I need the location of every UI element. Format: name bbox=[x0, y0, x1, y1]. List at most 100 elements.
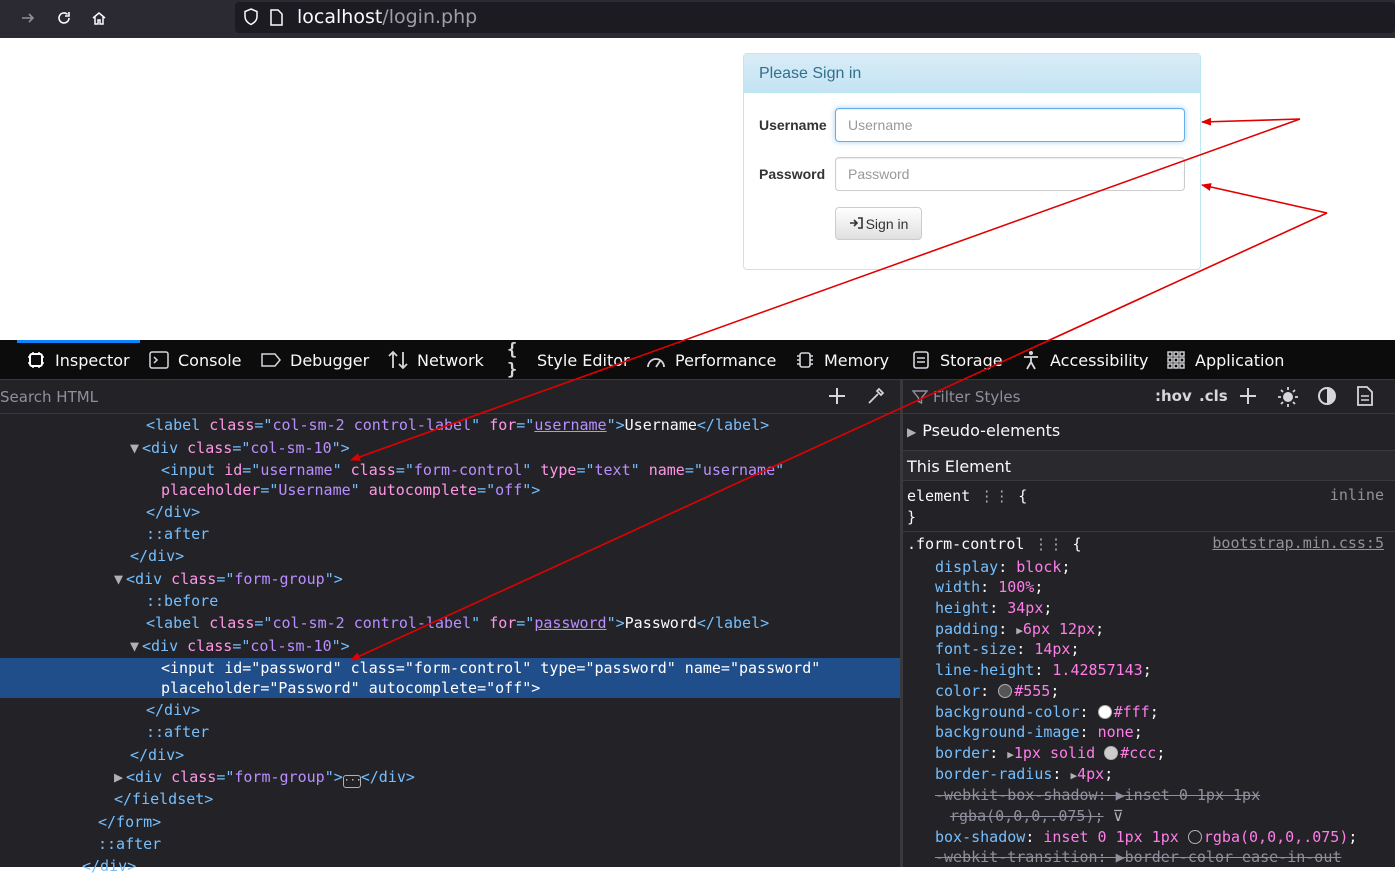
markup-line[interactable]: </fieldset> bbox=[0, 789, 900, 809]
memory-icon bbox=[794, 349, 816, 371]
performance-icon bbox=[645, 349, 667, 371]
page-icon bbox=[269, 9, 283, 30]
sign-in-label: Sign in bbox=[865, 215, 909, 232]
color-swatch[interactable] bbox=[1104, 746, 1119, 760]
url-bar[interactable]: localhost/login.php bbox=[235, 2, 1395, 33]
stylesheet-link[interactable]: bootstrap.min.css:5 bbox=[1212, 534, 1384, 552]
tab-network[interactable]: Network bbox=[387, 340, 484, 380]
element-source: inline bbox=[1329, 486, 1384, 504]
search-html-input[interactable]: Search HTML bbox=[0, 388, 98, 406]
markup-line[interactable]: </div> bbox=[0, 700, 900, 720]
css-declaration[interactable]: display: block; bbox=[907, 557, 1070, 577]
tab-debugger[interactable]: Debugger bbox=[260, 340, 369, 380]
tab-style-editor[interactable]: { } Style Editor bbox=[507, 340, 630, 380]
light-theme-icon[interactable] bbox=[1277, 386, 1299, 412]
element-selector: element bbox=[907, 487, 971, 505]
style-editor-icon: { } bbox=[507, 340, 518, 380]
sign-in-icon bbox=[849, 216, 863, 232]
debugger-icon bbox=[260, 349, 282, 371]
filter-styles-input[interactable]: Filter Styles bbox=[933, 388, 1020, 406]
reload-icon[interactable] bbox=[50, 5, 78, 31]
markup-line[interactable]: ::after bbox=[0, 524, 900, 544]
storage-icon bbox=[910, 349, 932, 371]
markup-line[interactable]: ▼ <div class="form-group"> bbox=[0, 569, 900, 589]
markup-line[interactable]: </div> bbox=[0, 856, 900, 876]
tab-label: Debugger bbox=[290, 350, 370, 370]
markup-line[interactable]: ::after bbox=[0, 834, 900, 854]
markup-line[interactable]: <input id="username" class="form-control… bbox=[0, 460, 900, 480]
css-declaration[interactable]: box-shadow: inset 0 1px 1px rgba(0,0,0,.… bbox=[907, 827, 1357, 847]
form-control-selector[interactable]: .form-control ⋮⋮ { bbox=[907, 534, 1082, 554]
markup-line[interactable]: ::before bbox=[0, 591, 900, 611]
markup-line[interactable]: <label class="col-sm-2 control-label" fo… bbox=[0, 415, 900, 435]
markup-line[interactable]: <label class="col-sm-2 control-label" fo… bbox=[0, 613, 900, 633]
tab-label: Application bbox=[1195, 350, 1285, 370]
devtools-tab-bar: Inspector Console Debugger Network { } S… bbox=[0, 340, 1395, 380]
color-swatch[interactable] bbox=[998, 684, 1013, 698]
tab-memory[interactable]: Memory bbox=[794, 340, 889, 380]
password-input[interactable] bbox=[835, 157, 1185, 191]
markup-line[interactable]: ▼ <div class="col-sm-10"> bbox=[0, 636, 900, 656]
hov-button[interactable]: :hov bbox=[1155, 387, 1192, 405]
pseudo-elements-toggle[interactable]: ▶ Pseudo-elements bbox=[903, 415, 1395, 446]
markup-line[interactable]: </div> bbox=[0, 546, 900, 566]
tab-storage[interactable]: Storage bbox=[910, 340, 1003, 380]
tab-console[interactable]: Console bbox=[148, 340, 242, 380]
css-declaration-overridden[interactable]: -webkit-transition: ▶border-color ease-i… bbox=[907, 847, 1341, 867]
tab-label: Accessibility bbox=[1050, 350, 1149, 370]
cls-button[interactable]: .cls bbox=[1199, 387, 1228, 405]
username-label: Username bbox=[759, 117, 827, 133]
css-declaration[interactable]: border: ▶1px solid #ccc; bbox=[907, 743, 1165, 765]
console-icon bbox=[148, 349, 170, 371]
add-node-icon[interactable] bbox=[827, 386, 847, 410]
rules-view: Filter Styles :hov .cls ▶ Pseudo-elements… bbox=[903, 380, 1395, 867]
markup-line[interactable]: </form> bbox=[0, 812, 900, 832]
element-rule-selector[interactable]: element ⋮⋮ { bbox=[907, 486, 1027, 506]
markup-line[interactable]: </div> bbox=[0, 745, 900, 765]
markup-line[interactable]: ::after bbox=[0, 722, 900, 742]
sign-in-button[interactable]: Sign in bbox=[835, 207, 922, 240]
markup-line-selected[interactable]: placeholder="Password" autocomplete="off… bbox=[0, 678, 900, 698]
css-declaration[interactable]: background-color: #fff; bbox=[907, 702, 1159, 722]
markup-line[interactable]: </div> bbox=[0, 502, 900, 522]
markup-line[interactable]: ▶ <div class="form-group">···</div> bbox=[0, 767, 900, 788]
markup-line[interactable]: placeholder="Username" autocomplete="off… bbox=[0, 480, 900, 500]
filter-styles-row: Filter Styles :hov .cls bbox=[903, 380, 1395, 414]
css-declaration[interactable]: border-radius: ▶4px; bbox=[907, 764, 1113, 786]
css-declaration[interactable]: width: 100%; bbox=[907, 577, 1043, 597]
tab-inspector[interactable]: Inspector bbox=[17, 340, 140, 380]
markup-line[interactable]: ▼ <div class="col-sm-10"> bbox=[0, 438, 900, 458]
css-declaration[interactable]: padding: ▶6px 12px; bbox=[907, 619, 1104, 641]
tab-accessibility[interactable]: Accessibility bbox=[1020, 340, 1148, 380]
eyedropper-icon[interactable] bbox=[866, 386, 886, 410]
css-declaration-overridden[interactable]: rgba(0,0,0,.075); ⊽ bbox=[907, 806, 1124, 826]
filter-icon[interactable]: ⊽ bbox=[1113, 807, 1124, 825]
color-swatch[interactable] bbox=[1187, 830, 1202, 844]
ellipsis-icon[interactable]: ··· bbox=[342, 775, 362, 788]
tab-performance[interactable]: Performance bbox=[645, 340, 776, 380]
url-text[interactable]: localhost/login.php bbox=[297, 5, 477, 29]
url-host: localhost bbox=[297, 6, 383, 28]
tab-label: Console bbox=[178, 350, 242, 370]
css-declaration[interactable]: font-size: 14px; bbox=[907, 639, 1080, 659]
search-html-row: Search HTML bbox=[0, 380, 900, 414]
css-declaration[interactable]: background-image: none; bbox=[907, 722, 1143, 742]
print-media-icon[interactable] bbox=[1356, 386, 1374, 410]
markup-line-selected[interactable]: <input id="password" class="form-control… bbox=[0, 658, 900, 678]
css-declaration[interactable]: color: #555; bbox=[907, 681, 1059, 701]
url-path: /login.php bbox=[382, 6, 478, 28]
dark-theme-icon[interactable] bbox=[1317, 386, 1337, 410]
color-swatch[interactable] bbox=[1097, 705, 1112, 719]
css-declaration[interactable]: height: 34px; bbox=[907, 598, 1052, 618]
shield-icon[interactable] bbox=[243, 8, 259, 30]
home-icon[interactable] bbox=[85, 5, 113, 31]
username-input[interactable] bbox=[835, 108, 1185, 142]
css-declaration-overridden[interactable]: -webkit-box-shadow: ▶inset 0 1px 1px bbox=[907, 785, 1260, 805]
add-rule-icon[interactable] bbox=[1238, 386, 1258, 410]
accessibility-icon bbox=[1020, 349, 1042, 371]
css-declaration[interactable]: line-height: 1.42857143; bbox=[907, 660, 1152, 680]
page-content: Please Sign in Username Password Sign in bbox=[0, 38, 1395, 340]
tab-application[interactable]: Application bbox=[1165, 340, 1284, 380]
forward-icon[interactable] bbox=[14, 5, 42, 31]
panel-heading: Please Sign in bbox=[744, 54, 1200, 93]
